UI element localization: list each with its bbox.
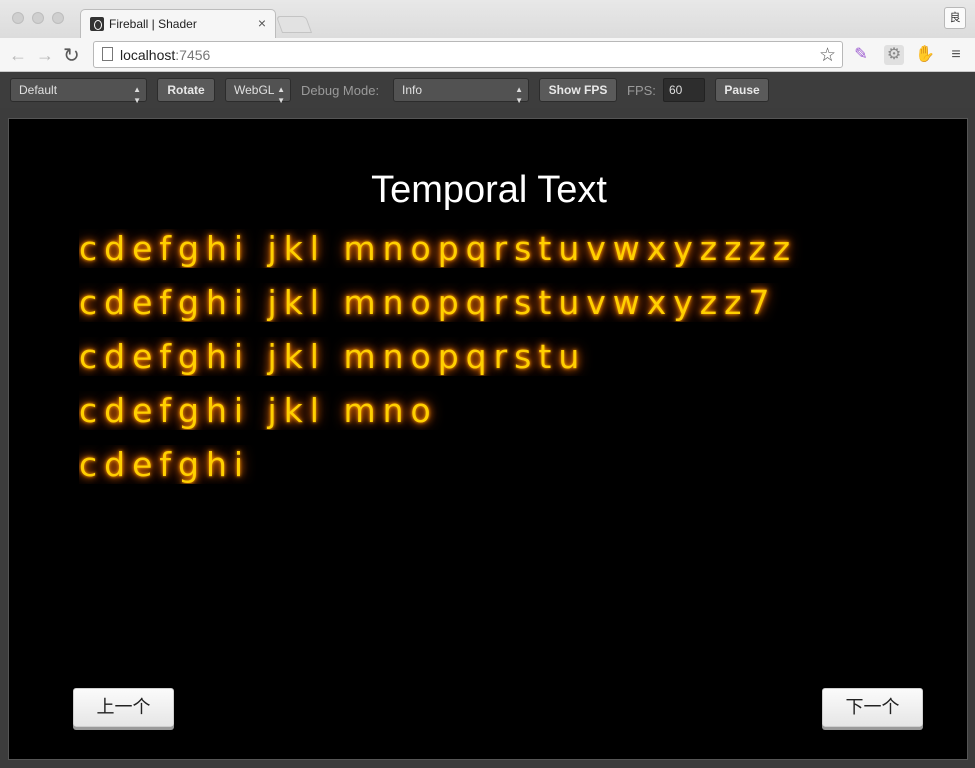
prev-button[interactable]: 上一个 bbox=[73, 688, 174, 727]
new-tab-button[interactable] bbox=[275, 16, 313, 33]
glow-text-line-2: cdefghi jkl mnopqrstuvwxyzz7 bbox=[79, 283, 777, 322]
scene-select[interactable]: Default ▲ ▼ bbox=[10, 78, 147, 105]
url-port: :7456 bbox=[175, 47, 211, 63]
browser-navbar: ← → ↻ localhost:7456 ☆ ✎ ⚙ ✋ ≡ bbox=[0, 38, 975, 72]
next-button[interactable]: 下一个 bbox=[822, 688, 923, 727]
evernote-icon[interactable]: ✋ bbox=[915, 45, 935, 65]
renderer-select[interactable]: WebGL ▲ ▼ bbox=[225, 78, 291, 105]
browser-tab[interactable]: Fireball | Shader × bbox=[80, 9, 276, 38]
show-fps-button[interactable]: Show FPS bbox=[539, 78, 617, 102]
back-arrow-icon[interactable]: ← bbox=[9, 45, 27, 66]
fps-label: FPS: bbox=[627, 83, 656, 98]
pause-button[interactable]: Pause bbox=[715, 78, 769, 102]
debug-mode-label: Debug Mode: bbox=[301, 83, 380, 98]
extension-icon[interactable]: ⚙ bbox=[884, 45, 904, 65]
scene-select-value: Default bbox=[19, 83, 58, 97]
glow-text-line-4: cdefghi jkl mno bbox=[79, 391, 438, 430]
glow-text-line-3: cdefghi jkl mnopqrstu bbox=[79, 337, 587, 376]
tab-title: Fireball | Shader bbox=[109, 17, 197, 31]
address-bar[interactable]: localhost:7456 ☆ bbox=[93, 41, 843, 68]
forward-arrow-icon[interactable]: → bbox=[36, 45, 54, 66]
fireball-favicon-icon bbox=[90, 17, 104, 31]
shader-toolbar: Default ▲ ▼ Rotate WebGL ▲ ▼ Debug Mode: I… bbox=[0, 72, 975, 108]
page-icon bbox=[102, 47, 113, 61]
renderer-select-value: WebGL bbox=[234, 83, 275, 97]
url-host: localhost bbox=[120, 47, 176, 63]
shader-canvas[interactable]: Temporal Text cdefghi jkl mnopqrstuvwxyz… bbox=[8, 118, 968, 760]
minimize-window-button[interactable] bbox=[32, 12, 44, 24]
close-window-button[interactable] bbox=[12, 12, 24, 24]
browser-titlebar: Fireball | Shader × 良 bbox=[0, 0, 975, 38]
star-icon[interactable]: ☆ bbox=[819, 44, 836, 67]
glow-text-line-1: cdefghi jkl mnopqrstuvwxyzzzz bbox=[79, 229, 798, 268]
menu-icon[interactable]: ≡ bbox=[946, 45, 966, 65]
debug-mode-select[interactable]: Info ▲ ▼ bbox=[393, 78, 529, 105]
url-text: localhost:7456 bbox=[120, 47, 210, 63]
zoom-window-button[interactable] bbox=[52, 12, 64, 24]
scene-title: Temporal Text bbox=[371, 169, 607, 211]
feather-icon[interactable]: ✎ bbox=[851, 45, 871, 65]
glow-text-line-5: cdefghi bbox=[79, 445, 251, 484]
rotate-button[interactable]: Rotate bbox=[157, 78, 215, 102]
reload-icon[interactable]: ↻ bbox=[63, 43, 80, 68]
tab-close-icon[interactable]: × bbox=[258, 15, 266, 31]
profile-button[interactable]: 良 bbox=[944, 7, 966, 29]
select-arrows-icon: ▲ ▼ bbox=[133, 85, 141, 105]
select-arrows-icon: ▲ ▼ bbox=[515, 85, 523, 105]
select-arrows-icon: ▲ ▼ bbox=[277, 85, 285, 105]
fps-input[interactable]: 60 bbox=[663, 78, 705, 102]
debug-mode-select-value: Info bbox=[402, 83, 423, 97]
